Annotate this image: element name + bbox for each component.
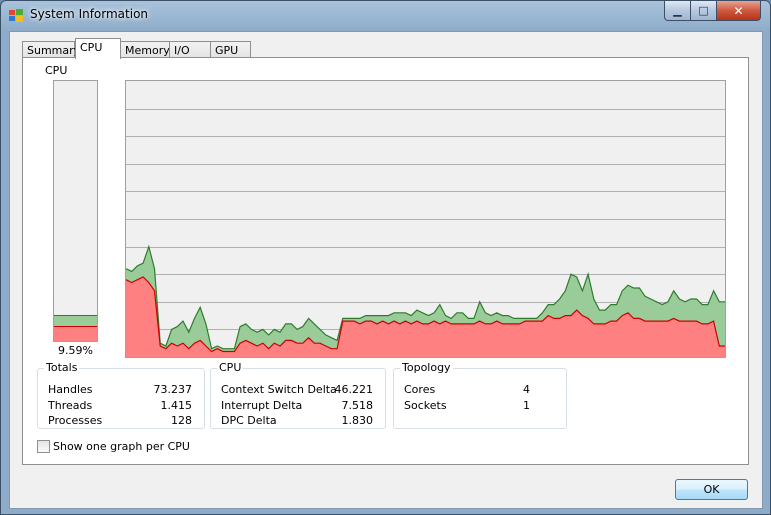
handles-value: 73.237 — [153, 383, 193, 396]
cpu-meter-kernel-fill — [54, 326, 97, 341]
cpu-history-chart — [125, 109, 725, 357]
window-title: System Information — [30, 7, 149, 21]
sockets-value: 1 — [523, 399, 530, 412]
windows-flag-icon — [9, 9, 23, 22]
close-icon: ✕ — [733, 3, 744, 18]
tab-gpu[interactable]: GPU — [210, 41, 251, 58]
sockets-label: Sockets — [404, 399, 447, 412]
tab-label: Summary — [27, 44, 81, 57]
dpc-delta-value: 1.830 — [341, 414, 374, 427]
close-button[interactable]: ✕ — [716, 1, 761, 21]
context-switch-delta-label: Context Switch Delta — [221, 383, 337, 396]
cpu-meter-label: CPU — [45, 64, 68, 77]
threads-label: Threads — [48, 399, 93, 412]
totals-group: Totals Handles 73.237 Threads 1.415 Proc… — [37, 361, 205, 429]
minimize-button[interactable]: ▁ — [664, 1, 691, 21]
ok-button[interactable]: OK — [675, 479, 748, 500]
minimize-icon: ▁ — [673, 4, 682, 17]
maximize-icon: □ — [698, 4, 709, 17]
cores-value: 4 — [523, 383, 530, 396]
interrupt-delta-value: 7.518 — [341, 399, 374, 412]
totals-title: Totals — [44, 361, 80, 374]
tab-label: Memory — [125, 44, 170, 57]
tab-io[interactable]: I/O — [169, 41, 211, 58]
tab-label: CPU — [80, 41, 103, 54]
cpu-stats-group: CPU Context Switch Delta 46.221 Interrup… — [210, 361, 386, 429]
one-graph-per-cpu-checkbox[interactable] — [37, 440, 50, 453]
cpu-history-graph — [125, 80, 726, 358]
cores-label: Cores — [404, 383, 436, 396]
processes-value: 128 — [171, 414, 192, 427]
threads-value: 1.415 — [160, 399, 193, 412]
processes-label: Processes — [48, 414, 103, 427]
handles-label: Handles — [48, 383, 93, 396]
tab-label: I/O — [174, 44, 190, 57]
dialog-client-area: Summary CPU Memory I/O GPU CPU 9.59% Tot… — [9, 31, 763, 509]
one-graph-per-cpu-label[interactable]: Show one graph per CPU — [53, 440, 190, 453]
cpu-tab-panel: CPU 9.59% Totals Handles 73.237 Threads … — [22, 57, 749, 465]
tab-cpu[interactable]: CPU — [75, 38, 121, 59]
topology-title: Topology — [400, 361, 453, 374]
cpu-usage-meter — [53, 80, 98, 342]
interrupt-delta-label: Interrupt Delta — [221, 399, 303, 412]
cpu-stats-title: CPU — [217, 361, 244, 374]
maximize-button[interactable]: □ — [690, 1, 717, 21]
context-switch-delta-value: 46.221 — [334, 383, 374, 396]
topology-group: Topology Cores 4 Sockets 1 — [393, 361, 567, 429]
system-information-window: System Information ▁ □ ✕ Summary CPU Mem… — [0, 0, 771, 515]
cpu-usage-percent: 9.59% — [58, 344, 93, 357]
tab-summary[interactable]: Summary — [22, 41, 80, 58]
tab-memory[interactable]: Memory — [120, 41, 170, 58]
dpc-delta-label: DPC Delta — [221, 414, 277, 427]
tab-label: GPU — [215, 44, 239, 57]
title-bar[interactable]: System Information ▁ □ ✕ — [1, 1, 770, 31]
